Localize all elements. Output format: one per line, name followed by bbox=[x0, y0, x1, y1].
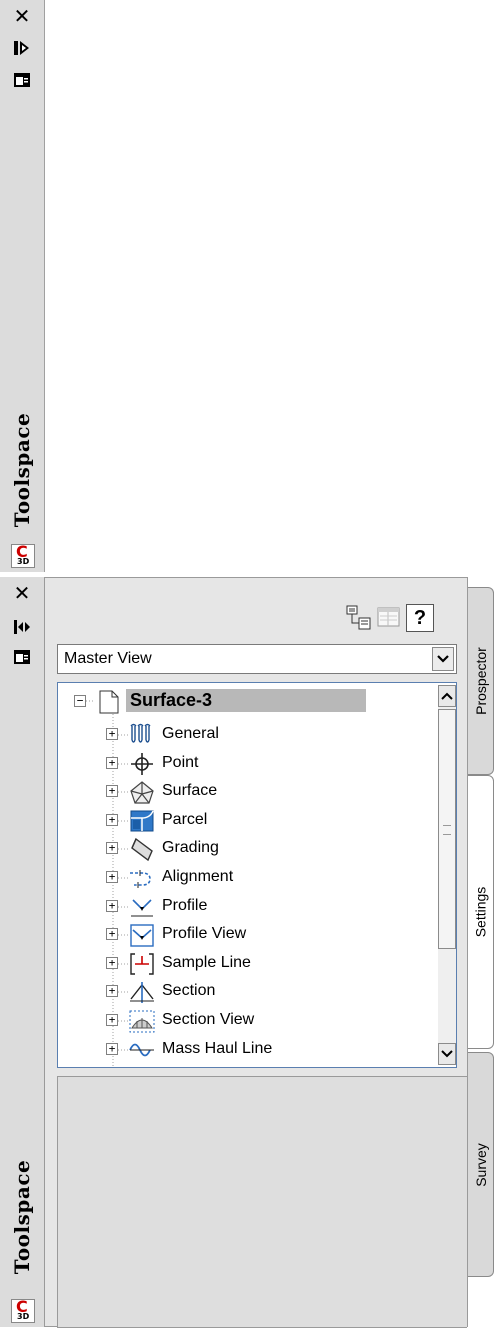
grading-icon bbox=[128, 836, 156, 862]
tree-node-surface[interactable]: + Surface bbox=[58, 777, 428, 807]
civil3d-logo-icon: C 3D bbox=[11, 542, 35, 568]
expand-icon[interactable]: + bbox=[106, 842, 118, 855]
profile-view-icon bbox=[128, 922, 156, 948]
tree-node-label: Sample Line bbox=[162, 953, 251, 971]
toolspace-palette: ✕ Toolspace C 3D ? Master View − Surface… bbox=[0, 577, 495, 1328]
expand-icon[interactable]: + bbox=[106, 985, 118, 998]
auto-hide-icon[interactable] bbox=[12, 38, 32, 58]
tree-root-label: Surface-3 bbox=[126, 689, 366, 712]
mass-haul-view-icon bbox=[128, 1065, 156, 1067]
expand-icon[interactable]: + bbox=[106, 899, 118, 912]
alignment-icon bbox=[128, 865, 156, 891]
tree-node-label: Point bbox=[162, 753, 199, 771]
tab-settings[interactable]: Settings bbox=[468, 775, 494, 1049]
civil3d-logo-icon: C 3D bbox=[11, 1297, 35, 1323]
mass-haul-line-icon bbox=[128, 1037, 156, 1063]
help-button[interactable]: ? bbox=[406, 604, 434, 632]
collapse-icon[interactable]: − bbox=[74, 695, 86, 707]
tab-prospector[interactable]: Prospector bbox=[468, 587, 494, 775]
document-icon bbox=[96, 689, 124, 715]
tree-node-label: Profile View bbox=[162, 925, 247, 943]
tree-node-mass-haul-line[interactable]: + Mass Haul Line bbox=[58, 1035, 428, 1065]
collapsed-toolspace-strip: ✕ Toolspace C 3D bbox=[0, 0, 45, 572]
tree-node-label: Section View bbox=[162, 1011, 255, 1028]
tree-node-label: Parcel bbox=[162, 810, 208, 828]
tree-node-section-view[interactable]: + Section View bbox=[58, 1006, 428, 1036]
tree-node-grading[interactable]: + Grading bbox=[58, 834, 428, 864]
sample-line-icon bbox=[128, 951, 156, 977]
tree-node-label: General bbox=[162, 725, 219, 742]
view-select[interactable]: Master View bbox=[57, 644, 457, 674]
section-view-icon bbox=[128, 1008, 156, 1034]
toolspace-tabs: Prospector Settings Survey bbox=[468, 577, 495, 1327]
expand-icon[interactable]: + bbox=[106, 756, 118, 769]
surface-icon bbox=[128, 779, 156, 805]
tree-scrollbar[interactable] bbox=[438, 685, 456, 1065]
expand-icon[interactable]: + bbox=[106, 1042, 118, 1055]
view-select-value: Master View bbox=[64, 650, 152, 667]
tree-node-label: Grading bbox=[162, 839, 219, 857]
properties-icon[interactable] bbox=[12, 70, 32, 90]
toolspace-main-panel: ? Master View − Surface-3 + General + Point… bbox=[44, 577, 468, 1328]
tree-node-profile[interactable]: + Profile bbox=[58, 892, 428, 922]
tree-node-label: Section bbox=[162, 982, 216, 1000]
toolspace-title: Toolspace bbox=[10, 412, 35, 528]
toolspace-side-strip: ✕ Toolspace C 3D bbox=[0, 577, 45, 1327]
tree-root-node[interactable]: − Surface-3 bbox=[58, 687, 428, 717]
scroll-thumb[interactable] bbox=[438, 709, 456, 949]
expand-icon[interactable]: + bbox=[106, 956, 118, 969]
tree-node-point[interactable]: + Point bbox=[58, 749, 428, 779]
scroll-up-arrow[interactable] bbox=[438, 685, 456, 707]
general-icon bbox=[128, 722, 156, 748]
profile-icon bbox=[128, 894, 156, 920]
tree-node-general[interactable]: + General bbox=[58, 720, 428, 750]
parcel-icon bbox=[128, 808, 156, 834]
tree-node-section[interactable]: + Section bbox=[58, 977, 428, 1007]
tree-node-alignment[interactable]: + Alignment bbox=[58, 863, 428, 893]
point-icon bbox=[128, 751, 156, 777]
pin-icon[interactable] bbox=[12, 617, 32, 637]
toolspace-title: Toolspace bbox=[10, 1159, 35, 1275]
expand-icon[interactable]: + bbox=[106, 813, 118, 826]
tree-node-parcel[interactable]: + Parcel bbox=[58, 806, 428, 836]
expand-icon[interactable]: + bbox=[106, 1014, 118, 1026]
item-details-pane bbox=[57, 1076, 467, 1328]
expand-icon[interactable]: + bbox=[106, 871, 118, 883]
close-icon[interactable]: ✕ bbox=[12, 581, 32, 605]
chevron-down-icon[interactable] bbox=[432, 647, 454, 671]
grip-icon bbox=[443, 825, 451, 835]
settings-tree[interactable]: − Surface-3 + General + Point + Surface + Parce… bbox=[57, 682, 457, 1068]
tree-node-label: Surface bbox=[162, 782, 218, 800]
tree-node-label: Mass Haul Line bbox=[162, 1039, 273, 1057]
close-icon[interactable]: ✕ bbox=[12, 4, 32, 28]
tree-node-profile-view[interactable]: + Profile View bbox=[58, 920, 428, 950]
expand-icon[interactable]: + bbox=[106, 728, 118, 740]
properties-icon[interactable] bbox=[12, 647, 32, 667]
item-view-icon[interactable] bbox=[345, 604, 373, 632]
tree-node-mass-haul-view[interactable]: +Mass Haul View bbox=[58, 1063, 428, 1067]
tree-node-label: Alignment bbox=[162, 868, 234, 885]
section-icon bbox=[128, 979, 156, 1005]
expand-icon[interactable]: + bbox=[106, 785, 118, 798]
tree-node-sample-line[interactable]: + Sample Line bbox=[58, 949, 428, 979]
expand-icon[interactable]: + bbox=[106, 928, 118, 941]
tab-survey[interactable]: Survey bbox=[468, 1052, 494, 1277]
scroll-down-arrow[interactable] bbox=[438, 1043, 456, 1065]
tree-node-label: Profile bbox=[162, 896, 208, 914]
list-view-icon[interactable] bbox=[375, 604, 403, 632]
